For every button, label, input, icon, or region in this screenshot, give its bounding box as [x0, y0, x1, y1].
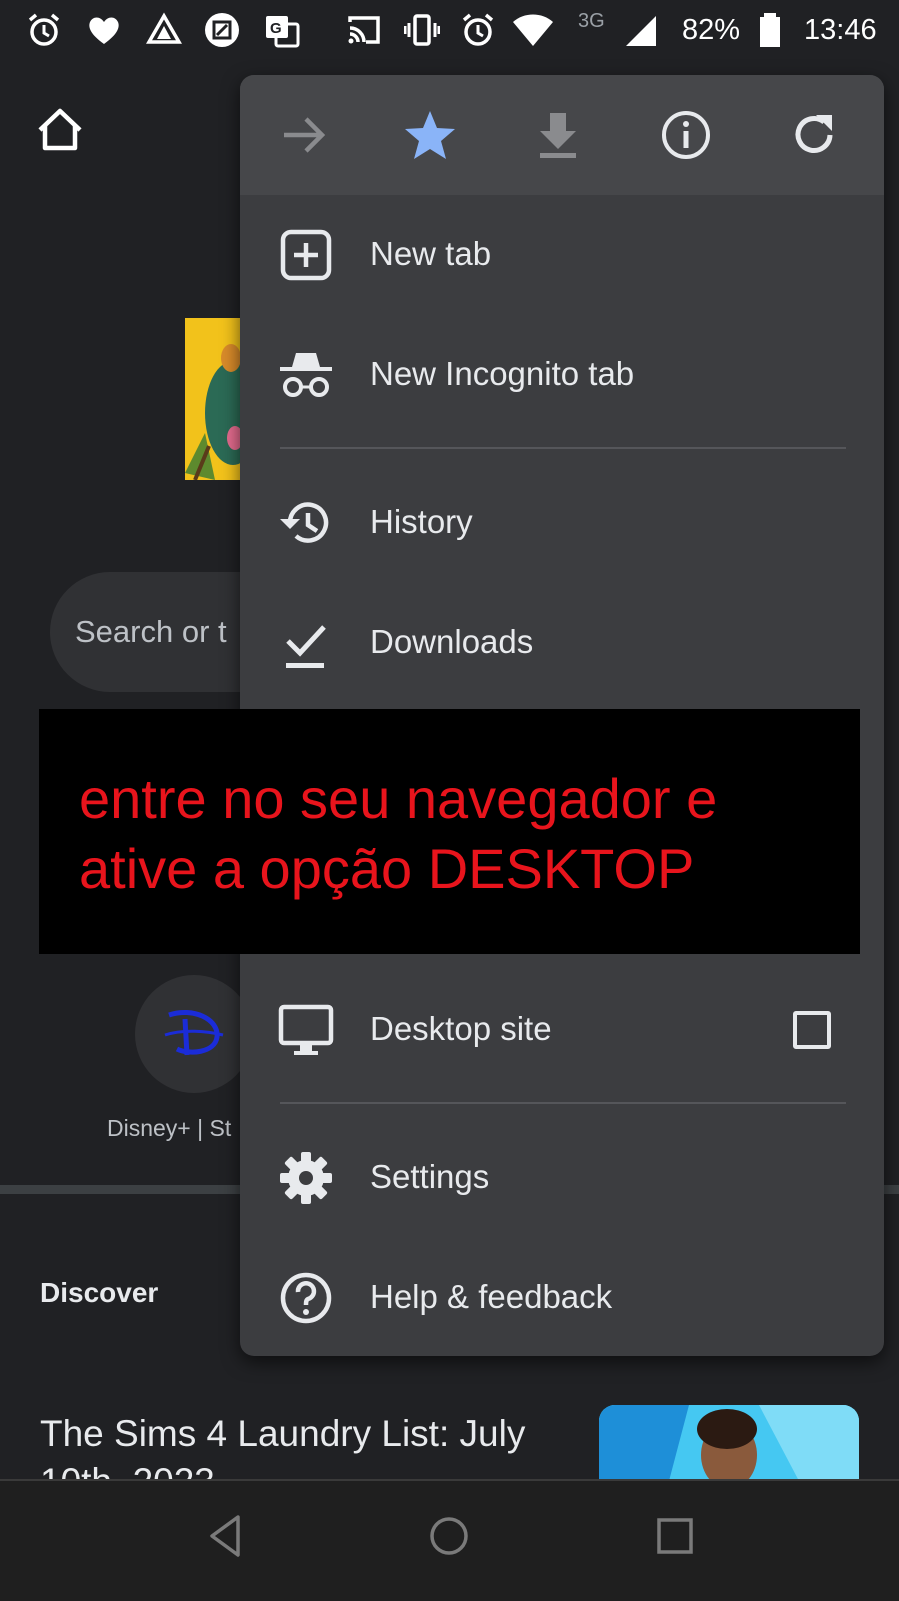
menu-item-label: Downloads: [370, 623, 534, 660]
menu-item-history[interactable]: History: [240, 473, 884, 573]
shortcut-tile-disney[interactable]: [135, 975, 253, 1093]
google-doodle[interactable]: [185, 318, 245, 480]
alarm-icon: [28, 13, 60, 46]
battery-percent: 82%: [682, 14, 741, 46]
cast-icon: [348, 16, 380, 44]
menu-toolbar: [240, 75, 884, 195]
alarm-icon: [462, 13, 494, 46]
recents-icon[interactable]: [650, 1511, 700, 1561]
annotation-overlay: entre no seu navegador e ative a opção D…: [39, 709, 860, 954]
menu-item-settings[interactable]: Settings: [240, 1128, 884, 1228]
system-nav-bar: [0, 1479, 899, 1601]
disney-plus-logo-icon: [164, 1009, 224, 1056]
clock: 13:46: [804, 14, 877, 46]
status-bar: G 3G 82% 13:46: [0, 0, 899, 64]
history-icon: [280, 502, 329, 543]
refresh-icon[interactable]: [786, 107, 842, 163]
gear-icon: [280, 1152, 332, 1204]
desktop-site-checkbox[interactable]: [793, 1011, 831, 1049]
back-icon[interactable]: [200, 1511, 250, 1561]
annotation-text: entre no seu navegador e ative a opção D…: [79, 767, 718, 900]
article-title-line: The Sims 4 Laundry List: July: [40, 1413, 526, 1454]
menu-item-new-incognito-tab[interactable]: New Incognito tab: [240, 325, 884, 425]
download-icon[interactable]: [530, 107, 586, 163]
forward-icon[interactable]: [276, 107, 332, 163]
menu-item-desktop-site[interactable]: Desktop site: [240, 980, 884, 1080]
menu-item-label: New Incognito tab: [370, 355, 635, 392]
menu-item-downloads[interactable]: Downloads: [240, 593, 884, 693]
incognito-icon: [280, 353, 332, 397]
translate-icon: G: [266, 16, 300, 48]
menu-item-label: Desktop site: [370, 1010, 552, 1047]
menu-item-label: Help & feedback: [370, 1278, 613, 1315]
svg-text:G: G: [270, 20, 282, 37]
menu-divider: [280, 1102, 846, 1104]
menu-item-help-feedback[interactable]: Help & feedback: [240, 1248, 884, 1348]
battery-icon: [760, 13, 780, 47]
drive-icon: [146, 12, 182, 44]
discover-heading: Discover: [40, 1277, 159, 1308]
network-type: 3G: [578, 10, 605, 32]
new-tab-icon: [280, 229, 332, 281]
shortcut-label[interactable]: Disney+ | St: [107, 1115, 231, 1142]
menu-item-new-tab[interactable]: New tab: [240, 205, 884, 305]
bookmark-star-icon[interactable]: [402, 107, 458, 163]
home-icon[interactable]: [34, 104, 86, 156]
menu-item-label: Settings: [370, 1158, 490, 1195]
menu-item-label: New tab: [370, 235, 492, 272]
help-icon: [280, 1272, 332, 1324]
menu-divider: [280, 447, 846, 449]
menu-item-label: History: [370, 503, 473, 540]
heart-icon: [89, 17, 119, 44]
wifi-icon: [513, 14, 553, 46]
search-placeholder[interactable]: Search or t: [75, 614, 227, 650]
cell-signal-icon: [626, 16, 656, 46]
desktop-icon: [278, 1004, 334, 1055]
vibrate-icon: [404, 14, 440, 46]
info-icon[interactable]: [658, 107, 714, 163]
downloads-icon: [286, 625, 326, 668]
screenshot-icon: [205, 13, 239, 47]
home-button-icon[interactable]: [424, 1511, 474, 1561]
bookmark-star-fill: [405, 111, 455, 159]
